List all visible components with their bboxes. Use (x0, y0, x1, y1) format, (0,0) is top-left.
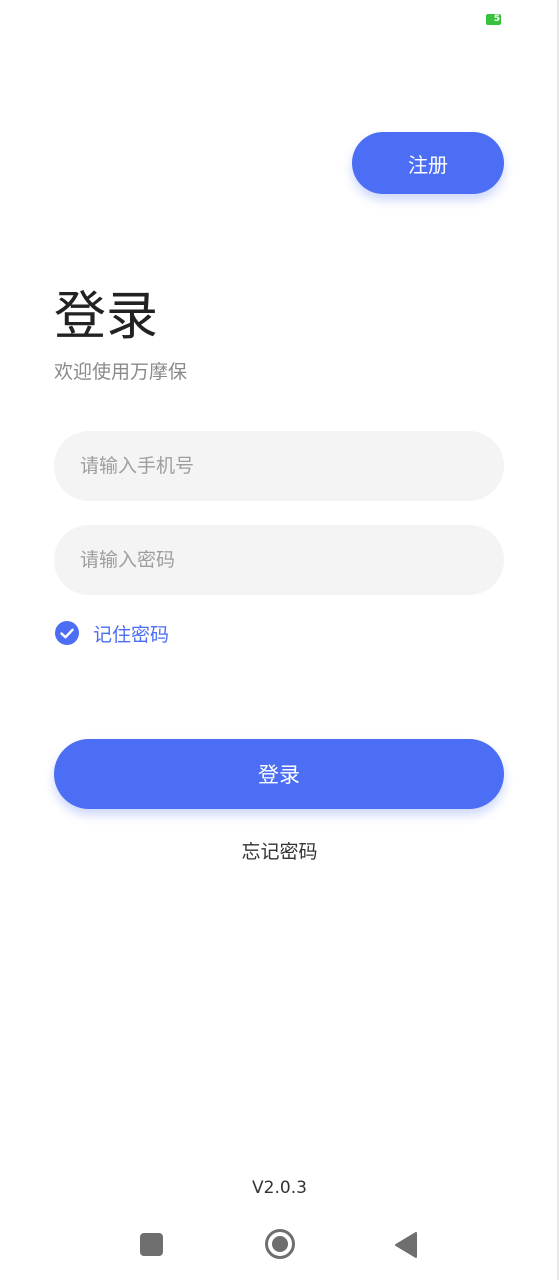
remember-password-checkbox[interactable]: 记住密码 (55, 618, 169, 648)
password-input[interactable] (54, 525, 504, 595)
triangle-back-icon[interactable] (394, 1231, 418, 1259)
welcome-subtitle: 欢迎使用万摩保 (54, 361, 188, 383)
login-button-label: 登录 (258, 763, 300, 787)
battery-level: 5 (493, 14, 500, 24)
remember-password-label: 记住密码 (93, 623, 170, 646)
status-bar: 5 (0, 0, 559, 40)
page-title: 登录 (54, 287, 159, 347)
system-navigation-bar (0, 1214, 559, 1274)
login-button[interactable]: 登录 (54, 739, 504, 809)
phone-input[interactable] (54, 431, 504, 501)
register-button-label: 注册 (408, 152, 448, 177)
forgot-password-label: 忘记密码 (241, 841, 318, 863)
app-version: V2.0.3 (252, 1178, 307, 1198)
square-icon[interactable] (140, 1233, 163, 1256)
checkmark-circle-icon[interactable] (55, 621, 79, 645)
register-button[interactable]: 注册 (352, 132, 504, 194)
battery-icon: 5 (486, 14, 501, 25)
circle-home-icon[interactable] (264, 1228, 296, 1260)
forgot-password-link[interactable]: 忘记密码 (0, 838, 559, 866)
